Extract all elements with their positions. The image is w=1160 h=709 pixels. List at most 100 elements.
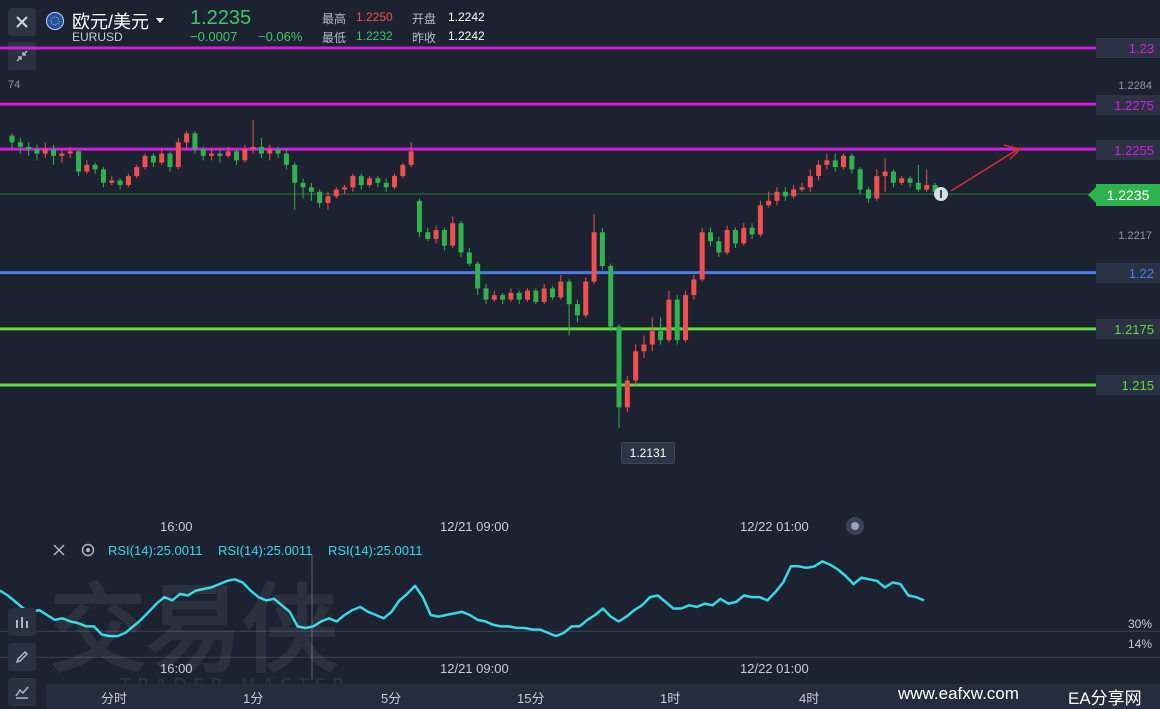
line-chart-icon — [15, 686, 29, 699]
candle-body — [358, 176, 364, 186]
pen-icon — [15, 650, 29, 664]
indicator-button[interactable] — [8, 608, 36, 636]
rsi-level-label: 14% — [1127, 637, 1152, 651]
candle-body — [458, 223, 464, 253]
y-tick-label: 74 — [8, 79, 21, 91]
rsi-settings-button[interactable] — [80, 542, 96, 563]
candle-body — [483, 288, 489, 300]
candle-body — [84, 164, 90, 172]
candle-body — [400, 164, 406, 177]
rsi-close-button[interactable] — [52, 543, 66, 562]
candle-body — [724, 229, 730, 253]
level-tag: 1.23 — [1096, 38, 1160, 58]
candle-body — [225, 151, 231, 156]
indicator-icon — [16, 617, 28, 628]
candle-body — [865, 189, 871, 199]
candle-body — [533, 290, 539, 302]
candle-body — [749, 227, 755, 235]
candle-body — [674, 299, 680, 341]
candle-body — [159, 153, 165, 163]
candle-body — [574, 304, 580, 316]
site-url: www.eafxw.com — [898, 684, 1019, 703]
candle-body — [275, 149, 281, 154]
projection-arrow-line — [950, 148, 1019, 192]
candle-body — [741, 227, 747, 244]
dot-icon — [851, 522, 859, 530]
candle-body — [791, 189, 797, 197]
candle-body — [915, 182, 921, 190]
scroll-dot-button[interactable] — [846, 517, 864, 535]
candle-body — [649, 331, 655, 345]
timeframe-tab[interactable]: 15分 — [517, 688, 544, 707]
candle-body — [375, 178, 381, 183]
candle-body — [267, 149, 273, 154]
candle-body — [766, 200, 772, 206]
candle-body — [882, 171, 888, 177]
candle-body — [500, 295, 506, 300]
candle-body — [782, 191, 788, 197]
timeframe-tab[interactable]: 5分 — [381, 688, 401, 707]
candle-body — [799, 187, 805, 190]
candle-body — [100, 169, 106, 183]
candle-body — [383, 182, 389, 188]
candle-body — [408, 151, 414, 165]
candle-body — [308, 187, 314, 192]
level-tag: 1.2275 — [1096, 95, 1160, 115]
candle-body — [633, 351, 639, 381]
candle-body — [516, 292, 522, 300]
candle-body — [425, 232, 431, 239]
x-tick-label: 12/21 09:00 — [440, 519, 509, 534]
gear-icon — [81, 543, 95, 557]
candle-body — [890, 171, 896, 183]
candle-body — [150, 155, 156, 163]
candle-body — [491, 295, 497, 300]
candle-body — [117, 180, 123, 186]
timeframe-tab[interactable]: 4时 — [799, 688, 819, 707]
line-chart-button[interactable] — [8, 678, 36, 706]
y-tick-label: 1.2284 — [1118, 80, 1152, 92]
candle-body — [234, 151, 240, 161]
candle-body — [541, 288, 547, 302]
site-name: EA分享网 — [1068, 689, 1142, 708]
candle-body — [924, 185, 930, 190]
candle-body — [317, 191, 323, 204]
rsi-label: RSI(14):25.0011 — [218, 543, 313, 558]
candle-body — [899, 178, 905, 183]
timeframe-tab[interactable]: 1时 — [660, 688, 680, 707]
candle-body — [300, 182, 306, 188]
candle-body — [666, 299, 672, 341]
candle-body — [292, 164, 298, 183]
candle-body — [583, 281, 589, 316]
candle-body — [217, 153, 223, 156]
min-price-tag: 1.2131 — [621, 442, 675, 464]
candle-body — [134, 167, 140, 177]
timeframe-tab[interactable]: 1分 — [243, 688, 263, 707]
x-tick-label: 12/22 01:00 — [740, 519, 809, 534]
candle-body — [17, 142, 23, 147]
candle-body — [508, 292, 514, 300]
candle-body — [250, 146, 256, 150]
candle-body — [67, 151, 73, 154]
candle-body — [167, 153, 173, 168]
candle-body — [192, 133, 198, 150]
candle-body — [732, 229, 738, 244]
candle-body — [616, 326, 622, 408]
candle-body — [42, 149, 48, 154]
rsi-label: RSI(14):25.0011 — [108, 543, 203, 558]
candle-body — [433, 229, 439, 239]
candle-body — [367, 178, 373, 186]
draw-button[interactable] — [8, 643, 36, 671]
timeframe-tab[interactable]: 分时 — [101, 688, 127, 707]
candle-body — [907, 178, 913, 183]
candle-body — [707, 232, 713, 242]
candle-body — [757, 205, 763, 235]
candle-body — [51, 149, 57, 156]
candle-body — [658, 331, 664, 341]
candle-body — [450, 223, 456, 246]
candle-body — [242, 149, 248, 161]
candle-body — [175, 142, 181, 168]
info-icon-glyph — [940, 190, 942, 199]
candle-body — [599, 232, 605, 266]
level-tag: 1.215 — [1096, 375, 1160, 395]
candle-body — [558, 281, 564, 298]
